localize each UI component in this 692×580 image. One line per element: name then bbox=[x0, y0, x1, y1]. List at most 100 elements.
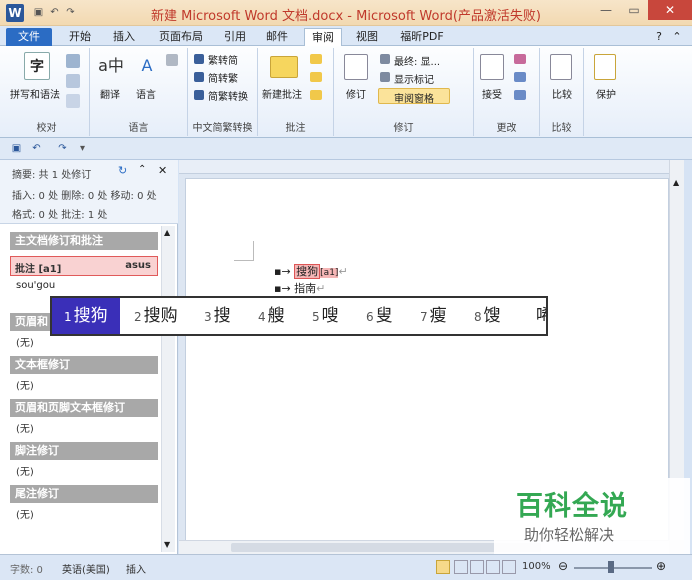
comment-marker[interactable]: [a1] bbox=[320, 268, 339, 278]
refresh-icon[interactable]: ↻ bbox=[118, 164, 127, 177]
tab-foxit-pdf[interactable]: 福昕PDF bbox=[394, 28, 450, 46]
track-changes-button[interactable]: 修订 bbox=[346, 86, 366, 101]
doc-line-2-text[interactable]: 指南 bbox=[294, 282, 316, 295]
research-icon[interactable] bbox=[66, 54, 80, 68]
show-markup-dropdown[interactable]: 显示标记 bbox=[394, 71, 434, 86]
scroll-up-icon[interactable]: ▲ bbox=[673, 178, 679, 187]
scroll-down-icon[interactable]: ▼ bbox=[164, 540, 170, 549]
ribbon: 字 拼写和语法 校对 a中 A 翻译 语言 语言 繁转简 简转繁 简繁转换 中文… bbox=[0, 46, 692, 138]
summary-line-2: 插入: 0 处 删除: 0 处 移动: 0 处 bbox=[12, 191, 157, 202]
spelling-icon[interactable]: 字 bbox=[24, 52, 50, 80]
qat-undo-icon[interactable]: ↶ bbox=[30, 142, 43, 155]
group-label-chinese-conversion: 中文简繁转换 bbox=[192, 123, 253, 134]
window-title: 新建 Microsoft Word 文档.docx - Microsoft Wo… bbox=[151, 9, 541, 24]
tab-page-layout[interactable]: 页面布局 bbox=[150, 28, 212, 46]
comment-entry[interactable]: 批注 [a1] asus bbox=[10, 256, 158, 276]
tab-mailings[interactable]: 邮件 bbox=[260, 28, 294, 46]
doc-line-2[interactable]: ▪→ 指南↵ bbox=[274, 280, 325, 296]
close-button[interactable]: ✕ bbox=[648, 0, 692, 20]
paragraph-mark: ↵ bbox=[316, 282, 326, 295]
margin-marker bbox=[234, 241, 254, 261]
doc-line-1[interactable]: ▪→ 搜狗 [a1]↵ bbox=[274, 263, 348, 279]
ime-candidate-2[interactable]: 2 搜购 bbox=[134, 298, 178, 334]
none-text: (无) bbox=[16, 424, 34, 435]
section-main-document: 主文档修订和批注 bbox=[10, 232, 158, 250]
simp-to-trad-button[interactable]: 简转繁 bbox=[208, 70, 238, 85]
comment-text[interactable]: sou'gou bbox=[16, 280, 55, 291]
help-icon[interactable]: ? bbox=[652, 28, 666, 46]
tab-home[interactable]: 开始 bbox=[62, 28, 98, 46]
insert-mode[interactable]: 插入 bbox=[126, 561, 146, 576]
tab-references[interactable]: 引用 bbox=[218, 28, 252, 46]
previous-comment-icon[interactable] bbox=[310, 72, 322, 82]
zoom-level[interactable]: 100% bbox=[522, 561, 551, 572]
delete-comment-icon[interactable] bbox=[310, 54, 322, 64]
maximize-button[interactable]: ▭ bbox=[620, 0, 648, 20]
trad-to-simp-button[interactable]: 繁转简 bbox=[208, 52, 238, 67]
print-layout-icon[interactable] bbox=[436, 560, 450, 574]
section-textbox: 文本框修订 bbox=[10, 356, 158, 374]
ime-candidate-6[interactable]: 6叟 bbox=[366, 298, 393, 334]
outline-icon[interactable] bbox=[486, 560, 500, 574]
ime-candidate-8[interactable]: 8馊 bbox=[474, 298, 501, 334]
status-bar: 字数: 0 英语(美国) 插入 100% ⊖ ⊕ bbox=[0, 554, 692, 580]
translate-icon[interactable]: a中 bbox=[96, 52, 126, 80]
new-comment-icon[interactable] bbox=[270, 56, 298, 78]
zoom-slider-thumb[interactable] bbox=[608, 561, 614, 573]
full-screen-reading-icon[interactable] bbox=[454, 560, 468, 574]
ime-candidate-4[interactable]: 4艘 bbox=[258, 298, 285, 334]
compare-button[interactable]: 比较 bbox=[552, 86, 572, 101]
next-change-icon[interactable] bbox=[514, 90, 526, 100]
watermark-title: 百科全说 bbox=[516, 491, 628, 522]
pane-close-icon[interactable]: ✕ bbox=[158, 164, 167, 177]
zoom-in-icon[interactable]: ⊕ bbox=[656, 559, 666, 573]
ime-candidate-5[interactable]: 5嗖 bbox=[312, 298, 339, 334]
ime-candidate-7[interactable]: 7瘦 bbox=[420, 298, 447, 334]
group-changes: 接受 更改 bbox=[474, 48, 540, 136]
qat-save-icon[interactable]: ▣ bbox=[10, 142, 23, 155]
spelling-button[interactable]: 拼写和语法 bbox=[10, 86, 60, 101]
new-comment-button[interactable]: 新建批注 bbox=[262, 86, 302, 101]
ime-candidate-9[interactable]: 唏 bbox=[536, 298, 546, 334]
reject-icon[interactable] bbox=[514, 54, 526, 64]
reviewing-pane-button[interactable]: 审阅窗格 bbox=[394, 90, 434, 105]
thesaurus-icon[interactable] bbox=[66, 74, 80, 88]
qat-customize-icon[interactable]: ▾ bbox=[76, 142, 89, 155]
group-label-language: 语言 bbox=[128, 123, 149, 134]
language-extra-icon[interactable] bbox=[166, 54, 178, 66]
collapse-icon[interactable]: ⌃ bbox=[138, 164, 146, 175]
qat-redo-icon[interactable]: ↷ bbox=[56, 142, 69, 155]
tab-view[interactable]: 视图 bbox=[350, 28, 384, 46]
pane-scrollbar[interactable]: ▲ ▼ bbox=[161, 226, 175, 552]
word-count[interactable]: 字数: 0 bbox=[10, 561, 43, 576]
tab-insert[interactable]: 插入 bbox=[106, 28, 142, 46]
protect-icon[interactable] bbox=[594, 54, 616, 80]
commented-text[interactable]: 搜狗 bbox=[294, 264, 321, 279]
language-icon[interactable]: A bbox=[134, 52, 160, 80]
accept-button[interactable]: 接受 bbox=[482, 86, 502, 101]
previous-change-icon[interactable] bbox=[514, 72, 526, 82]
scroll-up-icon[interactable]: ▲ bbox=[164, 228, 170, 237]
chinese-convert-button[interactable]: 简繁转换 bbox=[208, 88, 248, 103]
group-label-changes: 更改 bbox=[496, 123, 517, 134]
accept-icon[interactable] bbox=[480, 54, 504, 80]
collapse-ribbon-icon[interactable]: ⌃ bbox=[670, 28, 684, 46]
word-count-icon[interactable] bbox=[66, 94, 80, 108]
protect-button[interactable]: 保护 bbox=[596, 86, 616, 101]
ime-candidate-3[interactable]: 3搜 bbox=[204, 298, 231, 334]
minimize-button[interactable]: — bbox=[592, 0, 620, 20]
display-for-review-dropdown[interactable]: 最终: 显... bbox=[394, 53, 440, 68]
draft-icon[interactable] bbox=[502, 560, 516, 574]
display-for-review-icon bbox=[380, 54, 390, 64]
ime-candidate-1[interactable]: 1 搜狗 bbox=[52, 298, 120, 334]
compare-icon[interactable] bbox=[550, 54, 572, 80]
web-layout-icon[interactable] bbox=[470, 560, 484, 574]
track-changes-icon[interactable] bbox=[344, 54, 368, 80]
language-status[interactable]: 英语(美国) bbox=[62, 561, 110, 576]
tab-file[interactable]: 文件 bbox=[6, 28, 52, 46]
translate-button[interactable]: 翻译 bbox=[100, 86, 120, 101]
zoom-out-icon[interactable]: ⊖ bbox=[558, 559, 568, 573]
tab-review[interactable]: 审阅 bbox=[304, 28, 342, 46]
next-comment-icon[interactable] bbox=[310, 90, 322, 100]
language-button[interactable]: 语言 bbox=[136, 86, 156, 101]
